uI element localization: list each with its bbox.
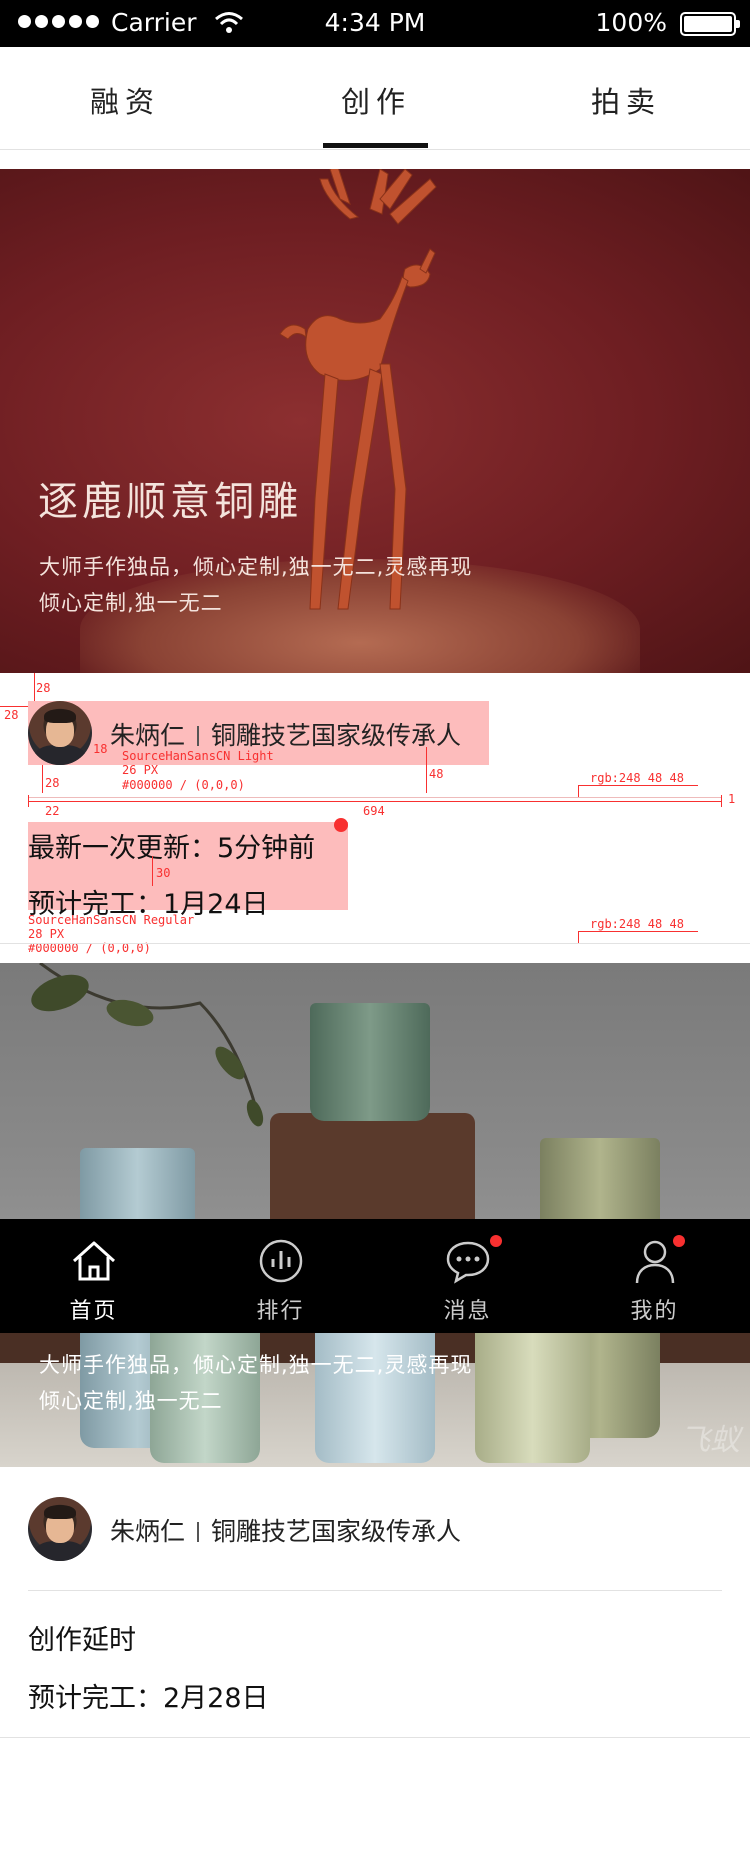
card1-divider: [28, 797, 722, 798]
spacing-marker-left: [0, 706, 28, 707]
rgb-marker-2-tick: [578, 931, 579, 943]
author-name-2: 朱炳仁: [110, 1517, 186, 1546]
spacing-marker-28-below-avatar: [42, 765, 43, 793]
nav-messages[interactable]: 消息: [374, 1219, 561, 1333]
nav-ranking[interactable]: 排行: [187, 1219, 374, 1333]
status-bar: Carrier 4:34 PM 100%: [0, 0, 750, 47]
banner-title: 逐鹿顺意铜雕: [38, 479, 302, 525]
spacing-label-1: 1: [728, 792, 736, 806]
spacing-label-48: 48: [429, 767, 444, 781]
spacing-marker-48: [426, 747, 427, 793]
author-title-2: 铜雕技艺国家级传承人: [211, 1517, 462, 1546]
rgb-marker-1: [578, 785, 698, 786]
width-marker-694-right: [721, 795, 722, 807]
spacing-label-28-left: 28: [4, 708, 19, 722]
author-avatar[interactable]: [28, 701, 92, 765]
spacing-label-28-top: 28: [36, 681, 51, 695]
author-avatar-2[interactable]: [28, 1497, 92, 1561]
nav-profile[interactable]: 我的: [561, 1219, 748, 1333]
font-spec-color: #000000 / (0,0,0): [122, 778, 245, 792]
top-tab-bar: 融资 创作 拍卖: [0, 47, 750, 150]
rgb-spec-2: rgb:248 48 48: [590, 917, 684, 931]
banner2-subtitle-line1: 大师手作独品，倾心定制,独一无二,灵感再现: [39, 1353, 473, 1377]
tab-creation[interactable]: 创作: [296, 79, 456, 121]
active-tab-indicator: [323, 143, 428, 148]
chat-bubble-icon: [446, 1241, 490, 1284]
watermark-logo: 飞蚁: [680, 1423, 740, 1458]
font-spec-size: 26 PX: [122, 763, 159, 777]
rgb-spec-1: rgb:248 48 48: [590, 771, 684, 785]
nav-ranking-label: 排行: [256, 1299, 305, 1324]
artwork-banner-deer[interactable]: 逐鹿顺意铜雕 大师手作独品，倾心定制,独一无二,灵感再现 倾心定制,独一无二: [0, 169, 750, 673]
width-marker-694: [28, 801, 722, 802]
card1-bottom-divider: [0, 943, 750, 944]
banner2-subtitle-line2: 倾心定制,独一无二: [39, 1389, 223, 1413]
banner-subtitle: 大师手作独品，倾心定制,独一无二,灵感再现 倾心定制,独一无二: [39, 549, 472, 621]
author-info-2: 朱炳仁 铜雕技艺国家级传承人: [110, 1512, 461, 1548]
spacing-label-18: 18: [93, 742, 108, 756]
tab-auction[interactable]: 拍卖: [546, 79, 706, 121]
author-title: 铜雕技艺国家级传承人: [211, 721, 462, 750]
spacing-label-30: 30: [156, 866, 171, 880]
banner-subtitle-line2: 倾心定制,独一无二: [39, 591, 223, 615]
spacing-label-694: 694: [363, 804, 385, 818]
font-spec-name: SourceHanSansCN Light: [122, 749, 274, 763]
banner-subtitle-line1: 大师手作独品，倾心定制,独一无二,灵感再现: [39, 555, 473, 579]
creation-delay-status: 创作延时: [28, 1625, 136, 1656]
battery-percentage: 100%: [595, 8, 667, 37]
person-icon: [635, 1240, 675, 1284]
rgb-marker-1-tick: [578, 785, 579, 797]
profile-badge: [673, 1235, 685, 1247]
artwork-banner-ceramic-cups[interactable]: 大师手作独品，倾心定制,独一无二,灵感再现 倾心定制,独一无二 飞蚁: [0, 963, 750, 1467]
latest-update-text: 最新一次更新：5分钟前: [28, 826, 315, 865]
nav-profile-label: 我的: [630, 1299, 679, 1324]
spacing-marker-top: [34, 673, 35, 701]
wooden-stand-image: [270, 1113, 475, 1233]
battery-icon: [680, 12, 740, 36]
messages-badge: [490, 1235, 502, 1247]
author-name: 朱炳仁: [110, 721, 186, 750]
card2-divider: [28, 1590, 722, 1591]
nav-messages-label: 消息: [443, 1299, 492, 1324]
bar-chart-icon: [259, 1239, 303, 1283]
home-icon: [72, 1241, 116, 1281]
author-separator: [197, 726, 200, 746]
celadon-cup-center: [310, 1003, 430, 1121]
rgb-marker-2: [578, 931, 698, 932]
celadon-cup-front-right: [475, 1323, 590, 1463]
nav-home[interactable]: 首页: [0, 1219, 187, 1333]
nav-home-label: 首页: [69, 1299, 118, 1324]
card2-bottom-divider: [0, 1737, 750, 1738]
new-update-dot: [334, 818, 348, 832]
expected-completion-text-2: 预计完工：2月28日: [28, 1683, 269, 1714]
spacing-label-22: 22: [45, 804, 60, 818]
width-marker-694-left: [28, 795, 29, 807]
latest-update-value: 5分钟前: [217, 833, 316, 864]
font-spec2-size: 28 PX: [28, 927, 65, 941]
author-separator-2: [197, 1522, 200, 1542]
bottom-navigation-bar: 首页 排行 消息 我的: [0, 1219, 750, 1333]
font-spec2-name: SourceHanSansCN Regular: [28, 913, 195, 927]
latest-update-label: 最新一次更新：: [28, 833, 217, 864]
spacing-label-28-below: 28: [45, 776, 60, 790]
author-info: 朱炳仁 铜雕技艺国家级传承人: [110, 716, 461, 752]
tab-financing[interactable]: 融资: [45, 79, 205, 121]
banner2-subtitle: 大师手作独品，倾心定制,独一无二,灵感再现 倾心定制,独一无二: [39, 1347, 472, 1419]
